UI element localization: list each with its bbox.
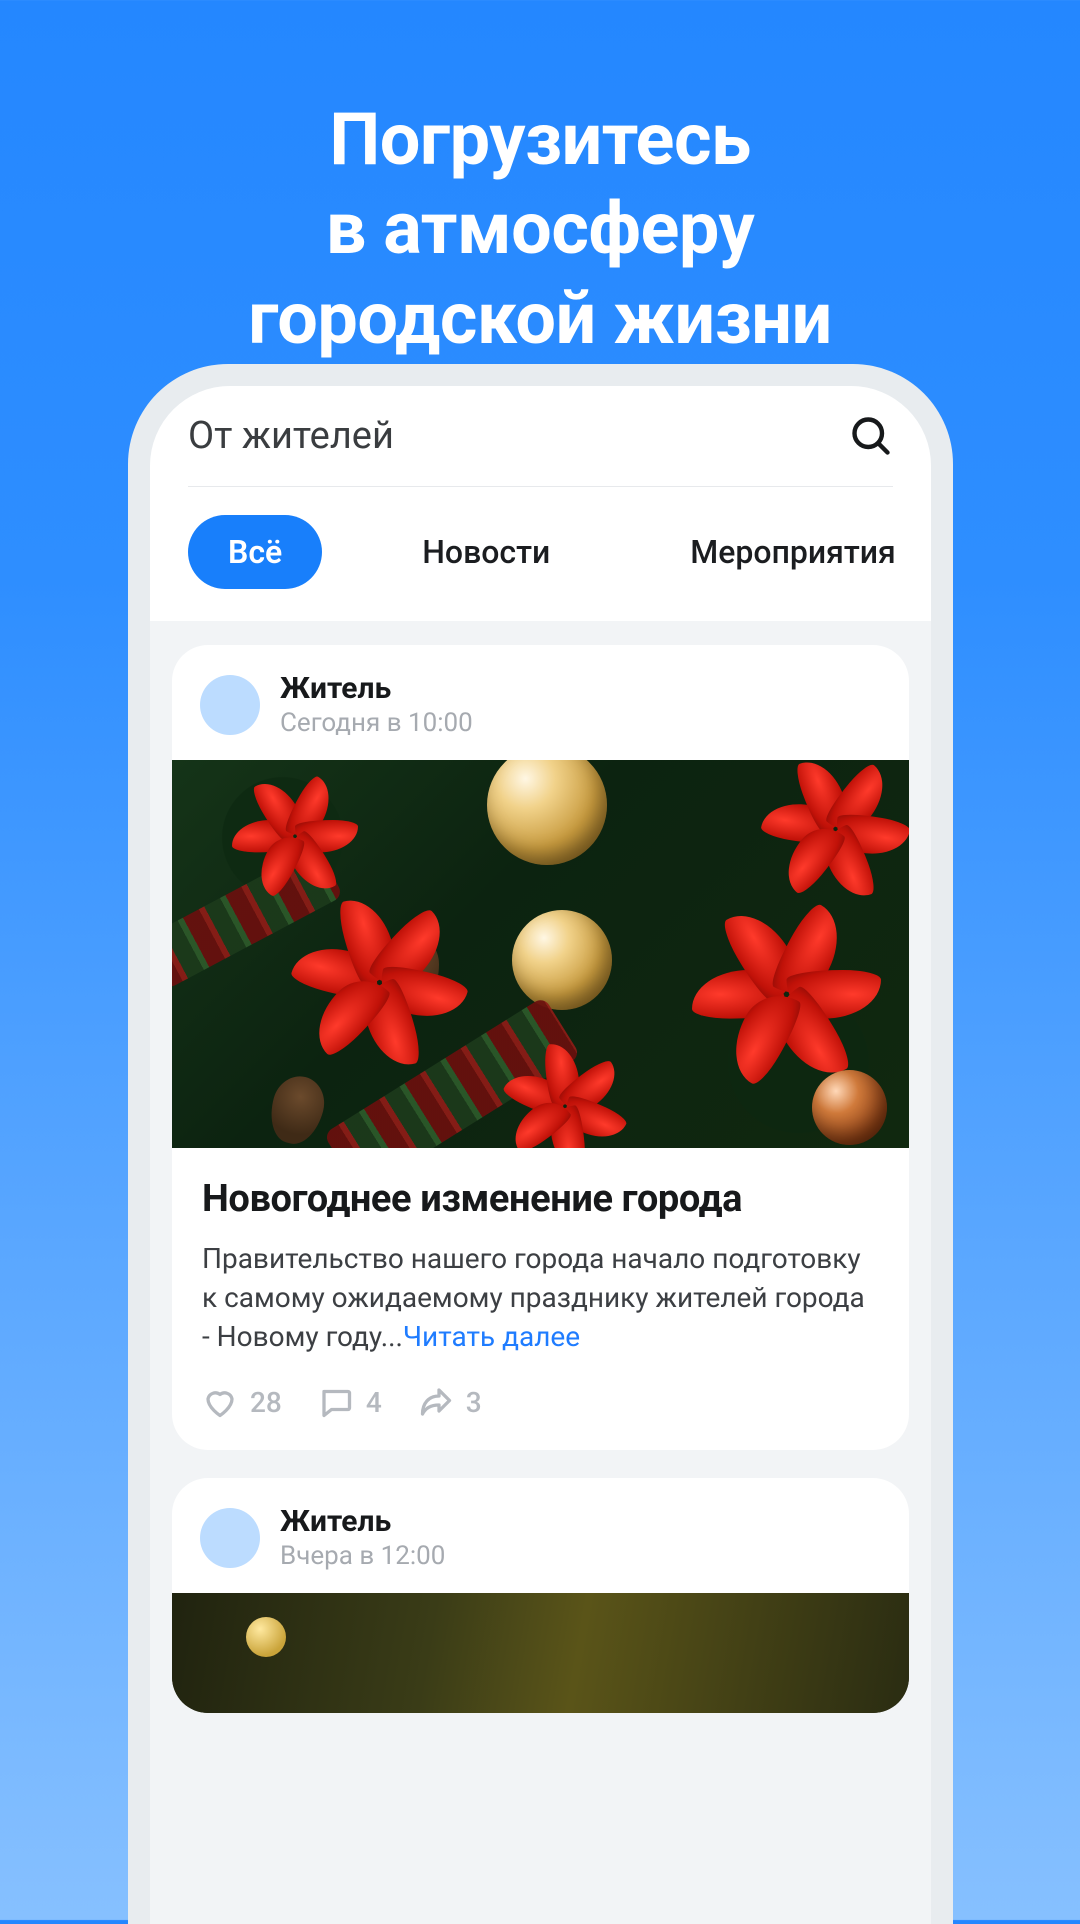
avatar[interactable] [200,1508,260,1568]
read-more-link[interactable]: Читать далее [403,1320,580,1353]
promo-line-3: городской жизни [0,274,1080,363]
post-image[interactable] [172,1593,909,1713]
like-count: 28 [250,1386,282,1419]
feed[interactable]: Житель Сегодня в 10:00 [150,621,931,1713]
promo-headline: Погрузитесь в атмосферу городской жизни [0,95,1080,363]
share-count: 3 [466,1386,482,1419]
post-image[interactable] [172,760,909,1148]
promo-line-2: в атмосферу [0,184,1080,273]
tab-events[interactable]: Мероприятия [650,515,931,589]
like-button[interactable]: 28 [202,1384,282,1420]
tab-all[interactable]: Всё [188,515,322,589]
tab-news[interactable]: Новости [382,515,590,589]
comment-button[interactable]: 4 [318,1384,382,1420]
post-title: Новогоднее изменение города [202,1176,879,1222]
heart-icon [202,1384,238,1420]
promo-line-1: Погрузитесь [0,95,1080,184]
comment-count: 4 [366,1386,382,1419]
search-icon[interactable] [849,414,893,458]
phone-screen: От жителей Всё Новости Мероприятия [150,386,931,1924]
feed-card[interactable]: Житель Вчера в 12:00 [172,1478,909,1713]
post-time: Вчера в 12:00 [280,1541,445,1571]
share-button[interactable]: 3 [418,1384,482,1420]
share-icon [418,1384,454,1420]
post-actions: 28 4 [202,1356,879,1420]
page-title: От жителей [188,414,394,458]
comment-icon [318,1384,354,1420]
author-name: Житель [280,1504,445,1539]
feed-card[interactable]: Житель Сегодня в 10:00 [172,645,909,1450]
tabs: Всё Новости Мероприятия [188,487,893,621]
author-name: Житель [280,671,473,706]
screen-header: От жителей Всё Новости Мероприятия [150,386,931,621]
post-time: Сегодня в 10:00 [280,708,473,738]
avatar[interactable] [200,675,260,735]
post-excerpt: Правительство нашего города начало подго… [202,1240,879,1356]
phone-frame: От жителей Всё Новости Мероприятия [128,364,953,1924]
